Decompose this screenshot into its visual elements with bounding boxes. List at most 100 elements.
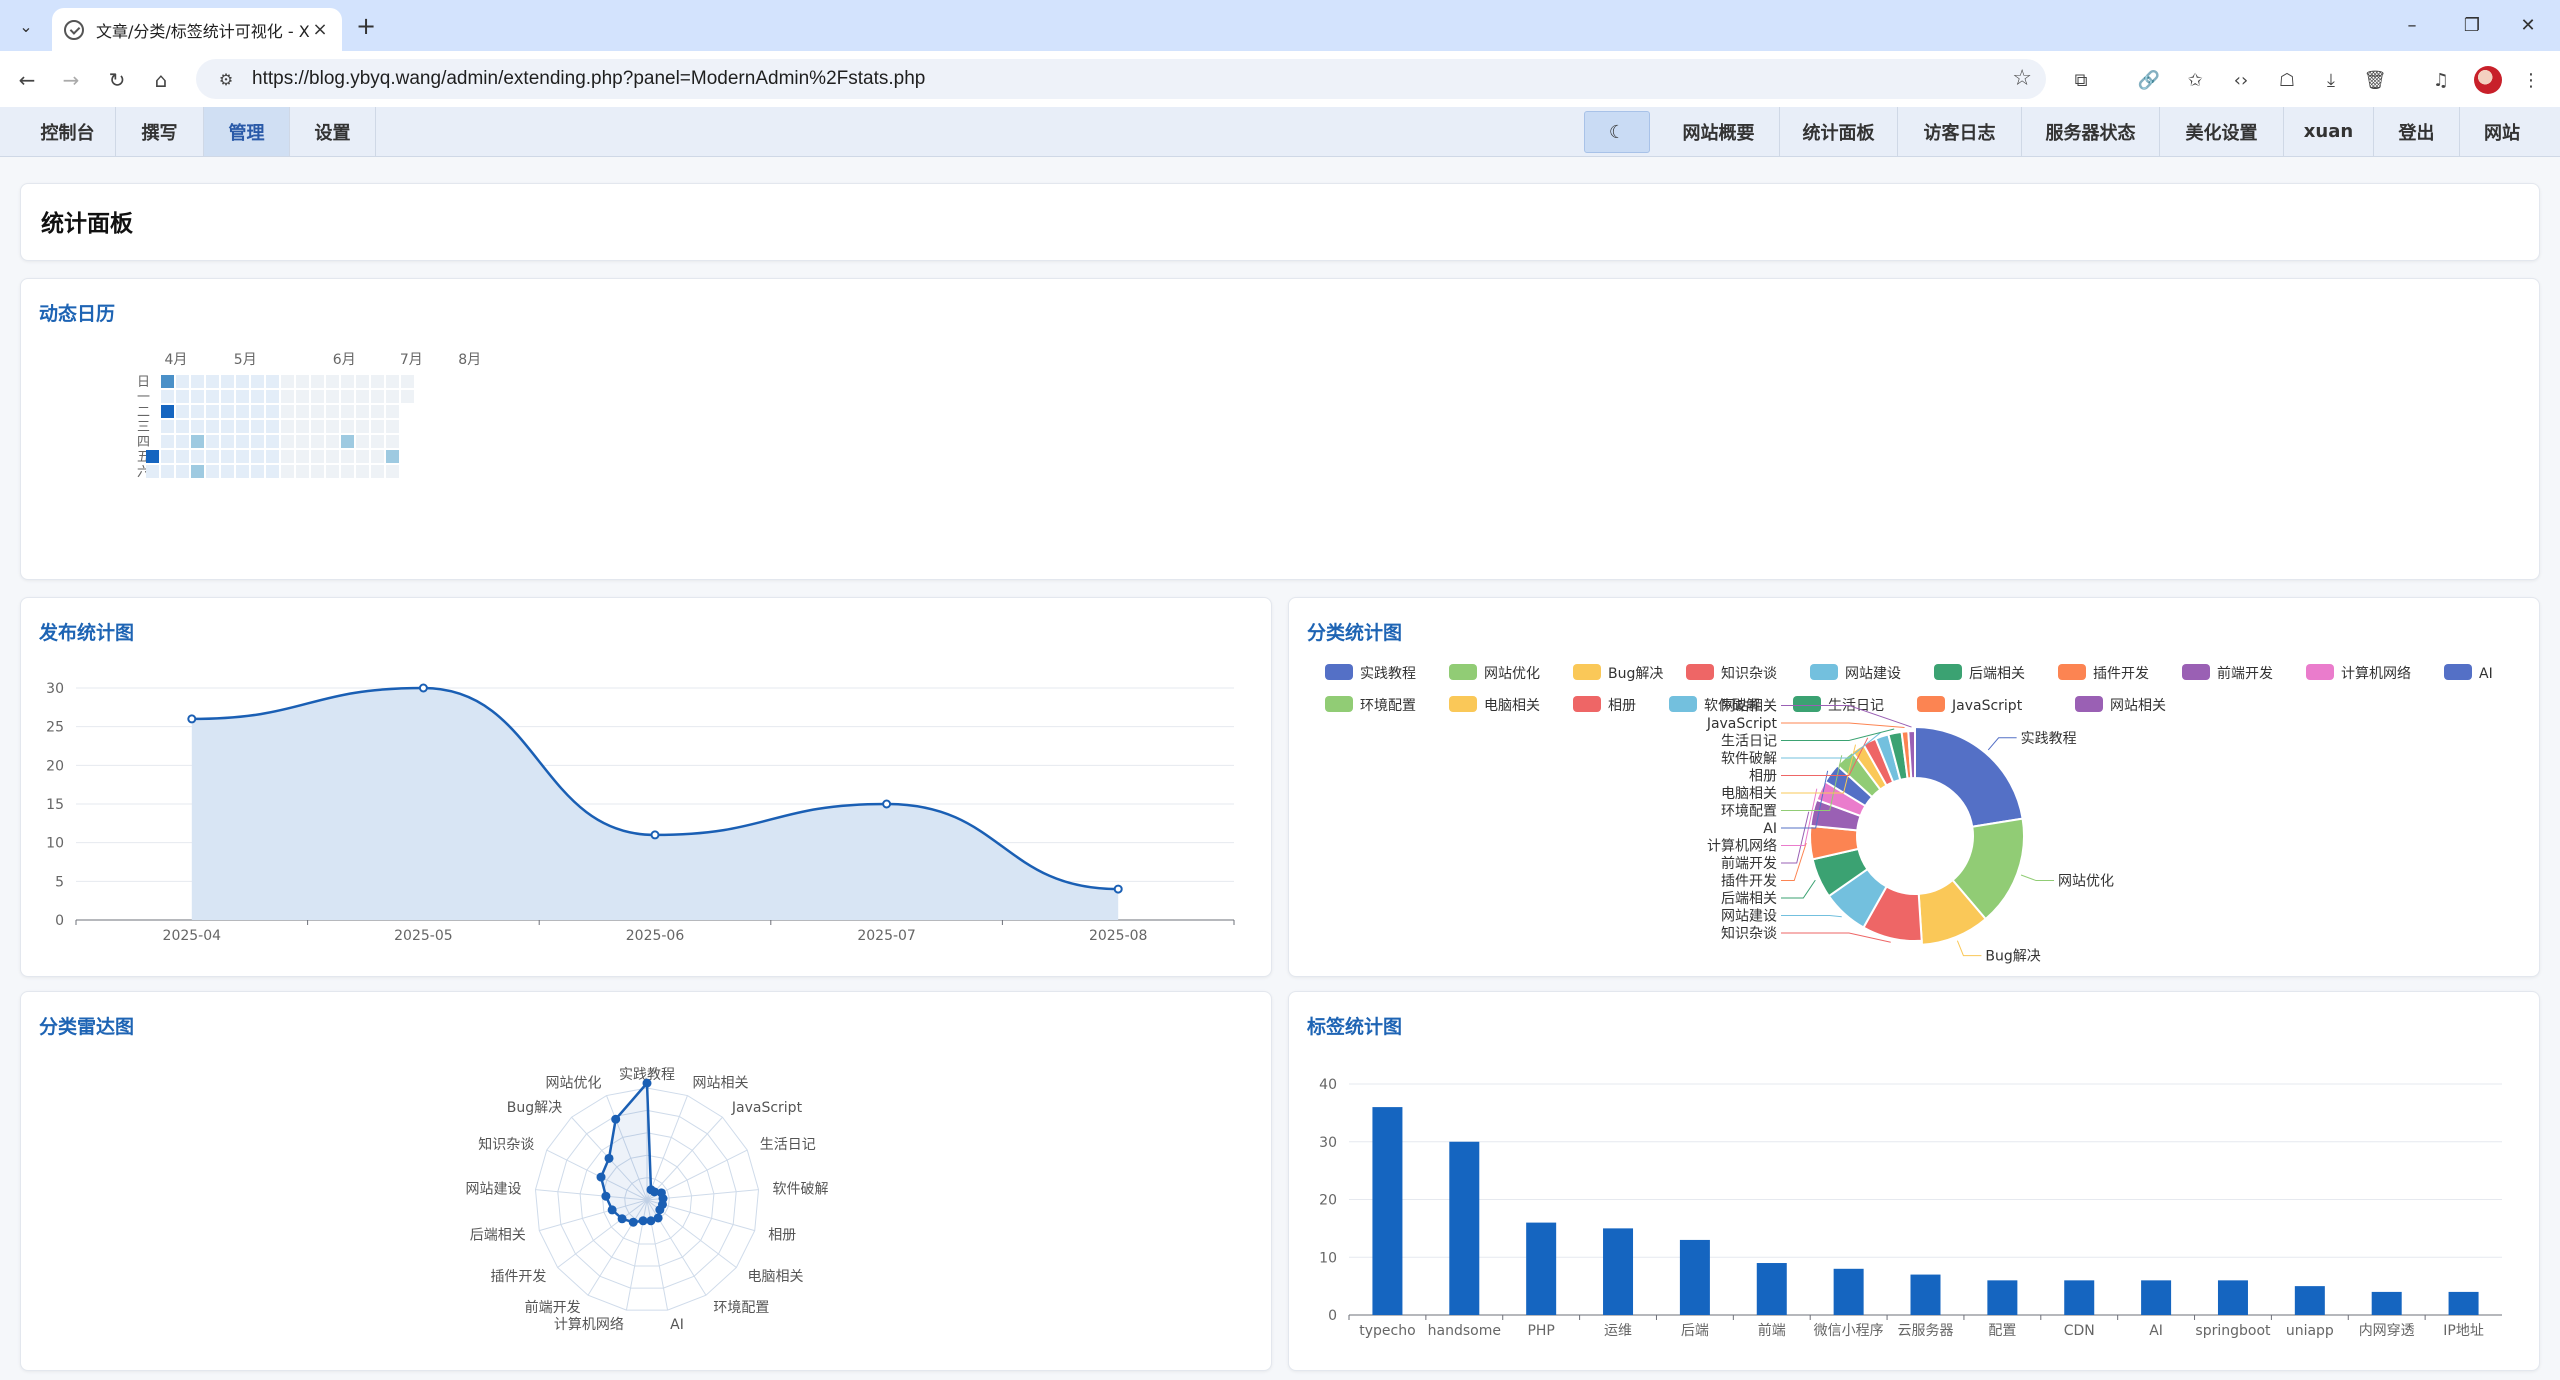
legend-swatch bbox=[1325, 664, 1353, 680]
calendar-day-cell bbox=[326, 435, 339, 448]
calendar-day-cell bbox=[206, 405, 219, 418]
tag-bar-card: 标签统计图 0 10 20 30 40 typecho handsome PHP 运维 后端 前端微… bbox=[1288, 991, 2540, 1371]
favorites-icon[interactable]: ✩ bbox=[2180, 65, 2210, 95]
calendar-day-cell bbox=[281, 435, 294, 448]
pie-label: 插件开发 bbox=[1721, 874, 1777, 890]
browser-tab[interactable]: 文章/分类/标签统计可视化 - X × bbox=[52, 8, 342, 51]
menu-logout[interactable]: 登出 bbox=[2374, 107, 2460, 156]
window-close-icon[interactable]: ✕ bbox=[2508, 10, 2548, 40]
incognito-icon[interactable]: ☖ bbox=[2272, 65, 2302, 95]
menu-visitor-log[interactable]: 访客日志 bbox=[1898, 107, 2022, 156]
legend-label: 实践教程 bbox=[1360, 666, 1416, 682]
calendar-day-cell bbox=[386, 390, 399, 403]
calendar-day-cell bbox=[401, 375, 414, 388]
dark-mode-moon-icon[interactable]: ☾ bbox=[1584, 111, 1650, 153]
radar-data-point bbox=[601, 1191, 611, 1201]
radar-indicator-label: 网站优化 bbox=[545, 1076, 601, 1092]
legend-swatch bbox=[1449, 664, 1477, 680]
menu-stats-panel[interactable]: 统计面板 bbox=[1780, 107, 1898, 156]
calendar-day-cell bbox=[236, 375, 249, 388]
tag-bar bbox=[1603, 1228, 1634, 1315]
y-tick-label: 5 bbox=[55, 874, 64, 890]
url-input[interactable]: ⚙ https://blog.ybyq.wang/admin/extending… bbox=[196, 59, 2046, 99]
radar-data-point bbox=[611, 1114, 621, 1124]
profile-avatar[interactable] bbox=[2474, 66, 2502, 94]
media-queue-icon[interactable]: ♫ bbox=[2426, 65, 2456, 95]
pie-label: 生活日记 bbox=[1721, 734, 1777, 750]
tag-bar bbox=[1526, 1222, 1557, 1315]
menu-username[interactable]: xuan bbox=[2284, 107, 2374, 156]
calendar-month-label: 4月 bbox=[165, 352, 188, 368]
home-icon[interactable]: ⌂ bbox=[146, 65, 176, 95]
calendar-day-cell bbox=[266, 450, 279, 463]
calendar-day-cell bbox=[341, 450, 354, 463]
calendar-day-cell bbox=[326, 390, 339, 403]
pie-label: 相册 bbox=[1749, 769, 1777, 785]
menu-website[interactable]: 网站 bbox=[2460, 107, 2544, 156]
calendar-day-cell bbox=[311, 405, 324, 418]
calendar-day-cell bbox=[386, 435, 399, 448]
calendar-day-cell bbox=[206, 390, 219, 403]
calendar-day-cell bbox=[266, 405, 279, 418]
legend-swatch bbox=[1934, 664, 1962, 680]
calendar-day-cell bbox=[296, 390, 309, 403]
calendar-day-cell bbox=[326, 375, 339, 388]
calendar-day-cell bbox=[401, 390, 414, 403]
window-minimize-icon[interactable]: – bbox=[2392, 10, 2432, 40]
x-tick-label: 2025-04 bbox=[163, 928, 222, 944]
calendar-day-cell bbox=[371, 375, 384, 388]
legend-swatch bbox=[2444, 664, 2472, 680]
radar-indicator-label: 插件开发 bbox=[490, 1269, 546, 1285]
y-tick-label: 0 bbox=[55, 913, 64, 929]
category-pie-chart: 实践教程 网站优化 Bug解决 知识杂谈 网站建设 后端相关 插件开发 前端开发 计算机网络 AI… bbox=[1325, 664, 2493, 965]
menu-settings[interactable]: 设置 bbox=[290, 107, 376, 156]
menu-write[interactable]: 撰写 bbox=[116, 107, 204, 156]
menu-manage[interactable]: 管理 bbox=[204, 107, 290, 156]
menu-site-overview[interactable]: 网站概要 bbox=[1658, 107, 1780, 156]
code-icon[interactable]: ‹› bbox=[2226, 65, 2256, 95]
radar-data-point bbox=[617, 1214, 627, 1224]
calendar-day-cell bbox=[281, 390, 294, 403]
calendar-day-cell bbox=[221, 420, 234, 433]
calendar-day-cell bbox=[161, 450, 174, 463]
calendar-heatmap: 4月 5月 6月 7月 8月 日一二三四五六 bbox=[137, 352, 481, 480]
browser-address-bar: ← → ↻ ⌂ ⚙ https://blog.ybyq.wang/admin/e… bbox=[0, 51, 2560, 107]
bookmark-star-icon[interactable]: ☆ bbox=[2012, 66, 2032, 91]
legend-swatch bbox=[2182, 664, 2210, 680]
calendar-day-cell bbox=[221, 450, 234, 463]
calendar-day-cell bbox=[296, 465, 309, 478]
y-tick-label: 10 bbox=[46, 836, 64, 852]
calendar-day-cell bbox=[251, 450, 264, 463]
calendar-day-cell bbox=[356, 465, 369, 478]
site-info-icon[interactable]: ⚙ bbox=[212, 67, 240, 91]
forward-arrow-icon[interactable]: → bbox=[56, 65, 86, 95]
calendar-day-cell bbox=[281, 465, 294, 478]
tab-list-chevron-icon[interactable]: ⌄ bbox=[12, 12, 40, 40]
x-tick-label: springboot bbox=[2195, 1323, 2271, 1339]
tab-close-icon[interactable]: × bbox=[310, 19, 330, 40]
tag-bar bbox=[1756, 1263, 1787, 1315]
calendar-day-cell bbox=[326, 405, 339, 418]
pie-label: 网站相关 bbox=[1721, 699, 1777, 715]
page-title-card: 统计面板 bbox=[20, 183, 2540, 261]
reload-icon[interactable]: ↻ bbox=[102, 65, 132, 95]
calendar-day-cell bbox=[236, 450, 249, 463]
link-icon[interactable]: 🔗 bbox=[2134, 65, 2164, 95]
calendar-day-cell bbox=[371, 405, 384, 418]
more-menu-icon[interactable]: ⋮ bbox=[2516, 65, 2546, 95]
menu-server-status[interactable]: 服务器状态 bbox=[2022, 107, 2160, 156]
calendar-day-cell bbox=[386, 405, 399, 418]
trash-icon[interactable]: 🗑 bbox=[2360, 65, 2390, 95]
calendar-day-cell bbox=[386, 375, 399, 388]
menu-beautify-settings[interactable]: 美化设置 bbox=[2160, 107, 2284, 156]
x-tick-label: 后端 bbox=[1681, 1323, 1709, 1339]
y-tick-label: 0 bbox=[1328, 1308, 1337, 1324]
calendar-day-cell bbox=[176, 465, 189, 478]
menu-dashboard[interactable]: 控制台 bbox=[20, 107, 116, 156]
download-icon[interactable]: ⤓ bbox=[2316, 65, 2346, 95]
back-arrow-icon[interactable]: ← bbox=[12, 65, 42, 95]
tag-bar bbox=[2141, 1280, 2172, 1315]
new-tab-plus-icon[interactable]: + bbox=[352, 12, 380, 40]
extensions-puzzle-icon[interactable]: ⧉ bbox=[2066, 65, 2096, 95]
window-restore-icon[interactable]: ❐ bbox=[2452, 10, 2492, 40]
